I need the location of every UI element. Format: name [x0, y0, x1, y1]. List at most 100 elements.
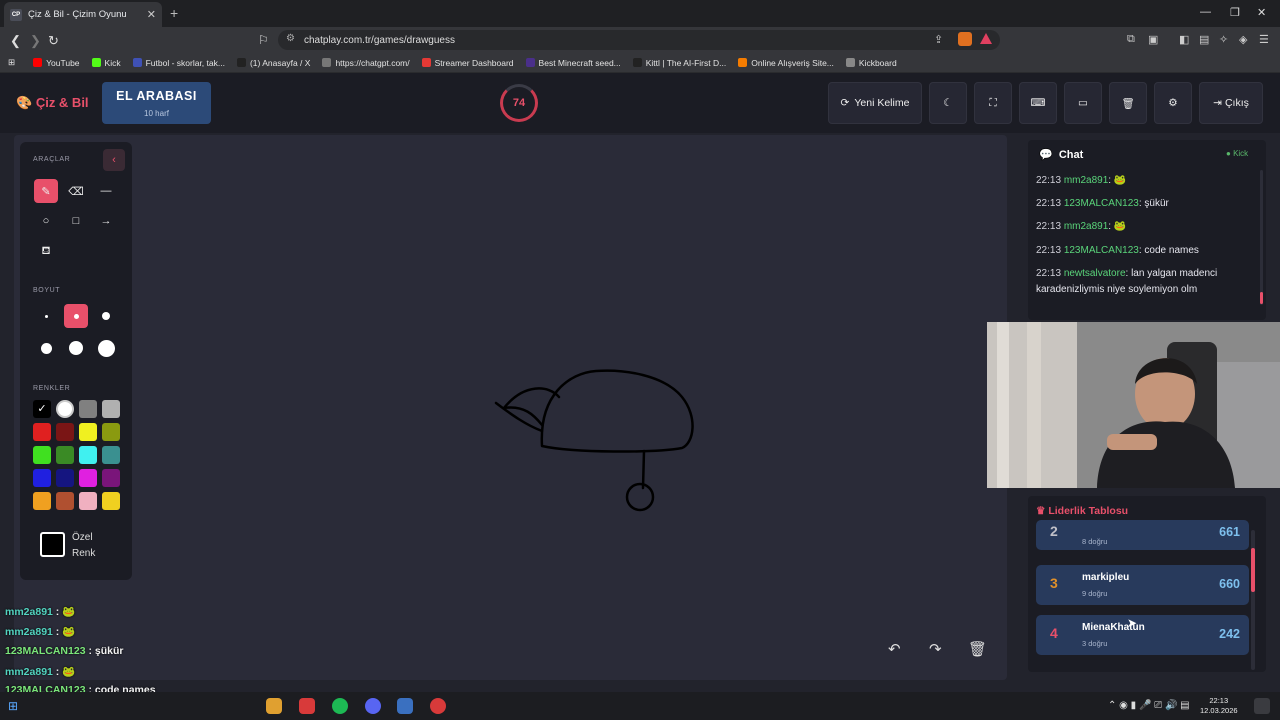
- bookmark-icon[interactable]: ⚐: [258, 33, 269, 47]
- color-swatch[interactable]: [56, 423, 74, 441]
- tab-search-icon[interactable]: ▣: [1148, 33, 1158, 46]
- chat-username[interactable]: 123MALCAN123: [1064, 245, 1139, 256]
- drawing-canvas[interactable]: [14, 135, 1007, 680]
- rectangle-tool[interactable]: □: [64, 209, 88, 233]
- apps-icon[interactable]: ⊞: [8, 57, 15, 68]
- brave-shield-icon[interactable]: [958, 32, 972, 46]
- app-icon-2[interactable]: [397, 698, 413, 714]
- exit-button[interactable]: ⇥ Çıkış: [1199, 82, 1263, 124]
- undo-button[interactable]: ↶: [888, 640, 901, 658]
- color-swatch[interactable]: [79, 423, 97, 441]
- app-icon-1[interactable]: [299, 698, 315, 714]
- size-5[interactable]: [64, 336, 88, 360]
- chat-scrollbar[interactable]: [1260, 170, 1263, 305]
- color-swatch[interactable]: [102, 423, 120, 441]
- archive-button[interactable]: ▭: [1064, 82, 1102, 124]
- bookmark-item[interactable]: Streamer Dashboard: [421, 58, 514, 68]
- reload-icon[interactable]: ↻: [48, 33, 59, 49]
- color-swatch[interactable]: [79, 446, 97, 464]
- size-1[interactable]: [34, 304, 58, 328]
- dark-mode-button[interactable]: ☾: [929, 82, 967, 124]
- forward-icon[interactable]: ❯: [30, 33, 41, 49]
- url-bar[interactable]: ⚙ chatplay.com.tr/games/drawguess: [278, 30, 1000, 50]
- color-swatch[interactable]: [102, 400, 120, 418]
- window-close-icon[interactable]: ✕: [1257, 6, 1266, 19]
- settings-button[interactable]: ⚙: [1154, 82, 1192, 124]
- color-swatch[interactable]: [56, 400, 74, 418]
- bookmark-item[interactable]: Online Alışveriş Site...: [738, 58, 834, 68]
- brush-tool[interactable]: ✎: [34, 179, 58, 203]
- tray-chevron-icon[interactable]: ⌃ ◉ ▮ 🎤 ⎚ 🔊 ▤: [1108, 700, 1190, 711]
- taskbar-clock[interactable]: 22:13 12.03.2026: [1200, 696, 1238, 716]
- arrow-tool[interactable]: →: [94, 209, 118, 233]
- discord-icon[interactable]: [365, 698, 381, 714]
- spotify-icon[interactable]: [332, 698, 348, 714]
- bookmark-item[interactable]: Kickboard: [845, 58, 897, 68]
- menu-icon[interactable]: ☰: [1259, 33, 1269, 46]
- size-2[interactable]: [64, 304, 88, 328]
- color-swatch[interactable]: [33, 492, 51, 510]
- file-explorer-icon[interactable]: [266, 698, 282, 714]
- delete-button[interactable]: 🗑: [1109, 82, 1147, 124]
- color-swatch[interactable]: [33, 446, 51, 464]
- color-swatch[interactable]: [56, 446, 74, 464]
- back-icon[interactable]: ❮: [10, 33, 21, 49]
- color-swatch[interactable]: [102, 469, 120, 487]
- wallet-icon[interactable]: ▤: [1199, 33, 1209, 46]
- color-swatch[interactable]: [102, 492, 120, 510]
- color-swatch[interactable]: [56, 469, 74, 487]
- custom-color-swatch[interactable]: [40, 532, 65, 557]
- chat-scroll-thumb[interactable]: [1260, 292, 1263, 304]
- rewards-icon[interactable]: [980, 33, 992, 44]
- new-tab-icon[interactable]: +: [170, 5, 178, 21]
- app-logo[interactable]: 🎨 Çiz & Bil: [16, 95, 89, 111]
- color-swatch[interactable]: [79, 469, 97, 487]
- bookmark-item[interactable]: Kittl | The AI-First D...: [632, 58, 726, 68]
- leo-icon[interactable]: ✧: [1219, 33, 1228, 46]
- color-swatch[interactable]: [33, 469, 51, 487]
- chat-username[interactable]: mm2a891: [1064, 221, 1108, 232]
- new-word-button[interactable]: ⟳ Yeni Kelime: [828, 82, 922, 124]
- browser-tab[interactable]: CP Çiz & Bil - Çizim Oyunu ✕: [4, 2, 162, 27]
- notification-icon[interactable]: [1254, 698, 1270, 714]
- bookmark-item[interactable]: Futbol - skorlar, tak...: [132, 58, 225, 68]
- sidebar-icon[interactable]: ◧: [1179, 33, 1189, 46]
- redo-button[interactable]: ↷: [929, 640, 942, 658]
- chat-username[interactable]: mm2a891: [1064, 175, 1108, 186]
- color-swatch[interactable]: ✓: [33, 400, 51, 418]
- site-settings-icon[interactable]: ⚙: [286, 33, 295, 44]
- bookmark-item[interactable]: YouTube: [33, 58, 80, 68]
- circle-tool[interactable]: ○: [34, 209, 58, 233]
- custom-color-label[interactable]: Özel Renk: [72, 530, 95, 562]
- bookmark-item[interactable]: Best Minecraft seed...: [525, 58, 621, 68]
- fullscreen-button[interactable]: ⛶: [974, 82, 1012, 124]
- size-3[interactable]: [94, 304, 118, 328]
- line-tool[interactable]: —: [94, 179, 118, 203]
- color-swatch[interactable]: [79, 492, 97, 510]
- windows-start-icon[interactable]: ⊞: [8, 699, 18, 713]
- fill-tool[interactable]: ⛾: [34, 240, 58, 264]
- color-swatch[interactable]: [102, 446, 120, 464]
- eraser-tool[interactable]: ⌫: [64, 179, 88, 203]
- vpn-icon[interactable]: ◈: [1239, 33, 1247, 46]
- bookmark-item[interactable]: https://chatgpt.com/: [322, 58, 410, 68]
- color-swatch[interactable]: [33, 423, 51, 441]
- minimize-icon[interactable]: —: [1200, 6, 1211, 18]
- restore-icon[interactable]: ❐: [1230, 6, 1240, 19]
- bookmark-item[interactable]: (1) Anasayfa / X: [236, 58, 310, 68]
- collapse-panel-button[interactable]: ‹: [103, 149, 125, 171]
- share-icon[interactable]: ⇪: [934, 33, 943, 46]
- bookmark-item[interactable]: Kick: [91, 58, 121, 68]
- app-icon-3[interactable]: [430, 698, 446, 714]
- chat-username[interactable]: newtsalvatore: [1064, 268, 1126, 279]
- color-swatch[interactable]: [56, 492, 74, 510]
- close-tab-icon[interactable]: ✕: [147, 8, 156, 21]
- keyboard-button[interactable]: ⌨: [1019, 82, 1057, 124]
- size-6[interactable]: [94, 336, 118, 360]
- extensions-icon[interactable]: ⧉: [1127, 33, 1135, 46]
- color-swatch[interactable]: [79, 400, 97, 418]
- leaderboard-scroll-thumb[interactable]: [1251, 548, 1255, 592]
- chat-username[interactable]: 123MALCAN123: [1064, 198, 1139, 209]
- clear-canvas-button[interactable]: 🗑: [968, 640, 987, 658]
- size-4[interactable]: [34, 336, 58, 360]
